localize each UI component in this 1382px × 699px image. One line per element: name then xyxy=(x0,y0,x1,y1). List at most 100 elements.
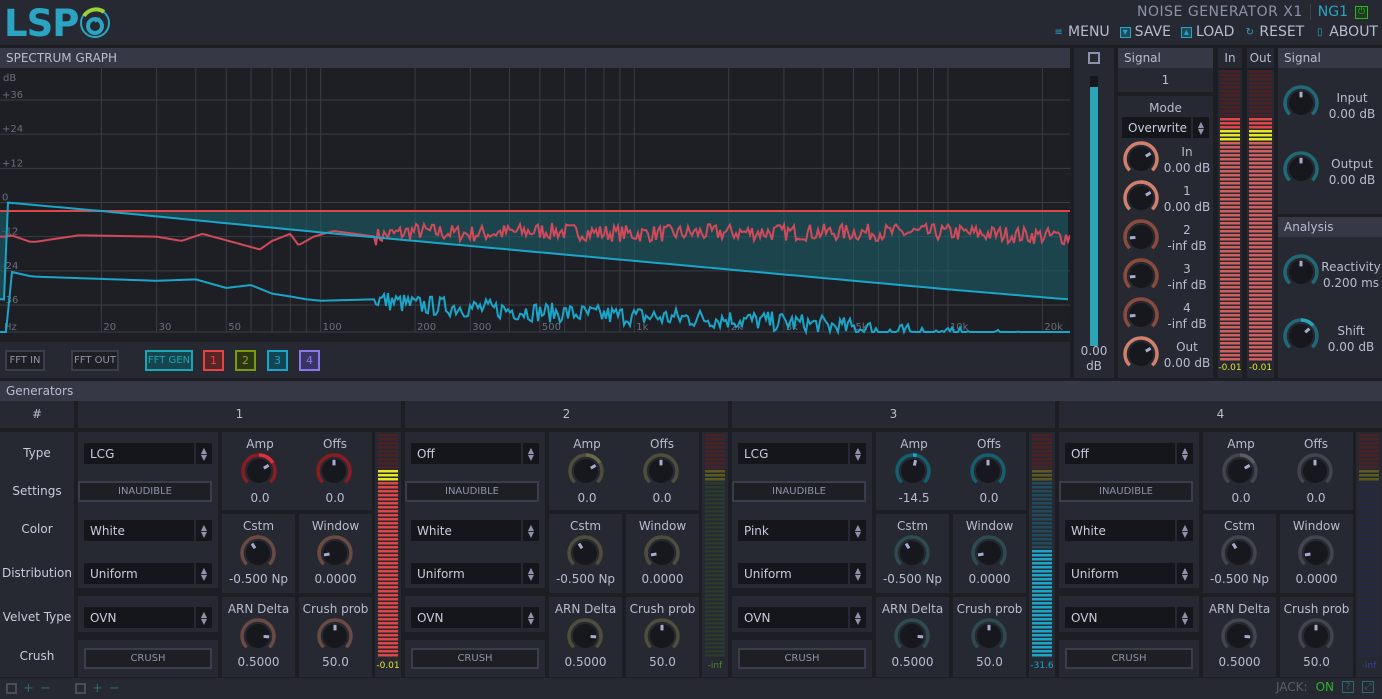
fft-gen-button[interactable]: FFT GEN xyxy=(145,350,193,371)
font-decrease-icon[interactable]: − xyxy=(109,681,120,696)
offs-knob[interactable] xyxy=(315,452,353,490)
channel-1-button[interactable]: 1 xyxy=(203,350,224,371)
mix-knob-2[interactable] xyxy=(1122,218,1160,256)
cstm-knob[interactable] xyxy=(893,534,931,572)
fft-in-button[interactable]: FFT IN xyxy=(5,350,45,371)
amp-knob[interactable] xyxy=(894,452,932,490)
window-knob[interactable] xyxy=(1297,534,1335,572)
mode-select[interactable]: Overwrite ▲ ▼ xyxy=(1122,117,1209,138)
mix-knob-3[interactable] xyxy=(1122,257,1160,295)
power-icon[interactable]: ⏻ xyxy=(1355,5,1368,19)
velvet-type-select[interactable]: OVN ▲ ▼ xyxy=(84,607,212,628)
inaudible-button[interactable]: INAUDIBLE xyxy=(405,481,539,502)
crush-button[interactable]: CRUSH xyxy=(84,648,212,669)
amp-knob[interactable] xyxy=(1221,452,1259,490)
type-select[interactable]: LCG ▲ ▼ xyxy=(84,443,212,464)
resize-icon[interactable]: ⤢ xyxy=(1362,681,1374,693)
cstm-value: -0.500 Np xyxy=(228,572,289,586)
mix-knob-out[interactable] xyxy=(1122,335,1160,373)
window-knob[interactable] xyxy=(970,534,1008,572)
offs-knob[interactable] xyxy=(642,452,680,490)
distribution-select[interactable]: Uniform ▲ ▼ xyxy=(411,563,539,584)
crush-button[interactable]: CRUSH xyxy=(738,648,866,669)
amp-knob[interactable] xyxy=(567,452,605,490)
channel-2-button[interactable]: 2 xyxy=(235,350,256,371)
meter-segment xyxy=(378,442,398,445)
velvet-type-select[interactable]: OVN ▲ ▼ xyxy=(738,607,866,628)
about-button[interactable]: ▯ ABOUT xyxy=(1314,24,1378,40)
meter-segment xyxy=(1032,570,1052,573)
mix-knob-label: 1 0.00 dB xyxy=(1160,183,1214,215)
amp-knob[interactable] xyxy=(240,452,278,490)
amp-value: 0.0 xyxy=(250,491,270,505)
inaudible-button[interactable]: INAUDIBLE xyxy=(78,481,212,502)
zoom-out-icon[interactable]: − xyxy=(40,681,51,696)
font-size-icon[interactable] xyxy=(74,683,86,694)
inaudible-button[interactable]: INAUDIBLE xyxy=(1059,481,1193,502)
velvet-type-select[interactable]: OVN ▲ ▼ xyxy=(1065,607,1193,628)
color-select[interactable]: White ▲ ▼ xyxy=(1065,520,1193,541)
analysis-knob-shift[interactable] xyxy=(1282,317,1320,355)
mix-knob-4[interactable] xyxy=(1122,296,1160,334)
channel-4-button[interactable]: 4 xyxy=(299,350,320,371)
crush-button[interactable]: CRUSH xyxy=(1065,648,1193,669)
arn-knob[interactable] xyxy=(1220,617,1258,655)
spectrum-graph[interactable]: dB +36 +24 +12 0 -12 -24 -36 Hz 20 30 50 100 200 300 50… xyxy=(0,68,1070,342)
distribution-select[interactable]: Uniform ▲ ▼ xyxy=(1065,563,1193,584)
meter-segment xyxy=(1220,190,1240,193)
meter-segment xyxy=(705,630,725,633)
window-knob[interactable] xyxy=(316,534,354,572)
load-button[interactable]: ▴ LOAD xyxy=(1180,24,1234,40)
distribution-select[interactable]: Uniform ▲ ▼ xyxy=(738,563,866,584)
zoom-in-icon[interactable]: + xyxy=(23,681,34,696)
inaudible-button[interactable]: INAUDIBLE xyxy=(732,481,866,502)
zoom-icon[interactable] xyxy=(1088,52,1100,64)
color-select[interactable]: White ▲ ▼ xyxy=(411,520,539,541)
type-select[interactable]: Off ▲ ▼ xyxy=(1065,443,1193,464)
arn-knob[interactable] xyxy=(893,617,931,655)
meter-segment xyxy=(1032,542,1052,545)
menu-button[interactable]: ≡ MENU xyxy=(1053,24,1109,40)
mix-knob-label: Out 0.00 dB xyxy=(1160,339,1214,371)
window-knob[interactable] xyxy=(643,534,681,572)
offs-knob[interactable] xyxy=(969,452,1007,490)
meter-segment xyxy=(1220,146,1240,149)
fft-out-button[interactable]: FFT OUT xyxy=(71,350,119,371)
offs-knob[interactable] xyxy=(1296,452,1334,490)
analysis-knob-reactivity[interactable] xyxy=(1282,253,1320,291)
signal-knob-output[interactable] xyxy=(1282,150,1320,188)
meter-segment xyxy=(378,538,398,541)
color-select[interactable]: White ▲ ▼ xyxy=(84,520,212,541)
meter-segment xyxy=(705,654,725,657)
arn-knob[interactable] xyxy=(239,617,277,655)
crush_prob-knob[interactable] xyxy=(1297,617,1335,655)
crush_prob-knob[interactable] xyxy=(316,617,354,655)
reset-button[interactable]: ↻ RESET xyxy=(1244,24,1305,40)
window-size-icon[interactable] xyxy=(6,683,17,694)
gain-slider[interactable] xyxy=(1090,76,1098,346)
mix-knob-in[interactable] xyxy=(1122,140,1160,178)
cstm-knob[interactable] xyxy=(1220,534,1258,572)
cstm-knob[interactable] xyxy=(566,534,604,572)
distribution-select[interactable]: Uniform ▲ ▼ xyxy=(84,563,212,584)
meter-segment xyxy=(1249,90,1272,93)
select-value: Pink xyxy=(744,523,769,538)
mix-signal-value[interactable]: 1 xyxy=(1118,68,1213,92)
meter-segment xyxy=(1220,214,1240,217)
meter-segment xyxy=(1249,246,1272,249)
channel-3-button[interactable]: 3 xyxy=(267,350,288,371)
color-select[interactable]: Pink ▲ ▼ xyxy=(738,520,866,541)
save-button[interactable]: ▾ SAVE xyxy=(1119,24,1171,40)
crush-button[interactable]: CRUSH xyxy=(411,648,539,669)
font-increase-icon[interactable]: + xyxy=(92,681,103,696)
crush_prob-knob[interactable] xyxy=(970,617,1008,655)
cstm-knob[interactable] xyxy=(239,534,277,572)
crush_prob-knob[interactable] xyxy=(643,617,681,655)
velvet-type-select[interactable]: OVN ▲ ▼ xyxy=(411,607,539,628)
signal-knob-input[interactable] xyxy=(1282,84,1320,122)
type-select[interactable]: LCG ▲ ▼ xyxy=(738,443,866,464)
mix-knob-1[interactable] xyxy=(1122,179,1160,217)
arn-knob[interactable] xyxy=(566,617,604,655)
help-icon[interactable]: ? xyxy=(1342,681,1354,693)
type-select[interactable]: Off ▲ ▼ xyxy=(411,443,539,464)
